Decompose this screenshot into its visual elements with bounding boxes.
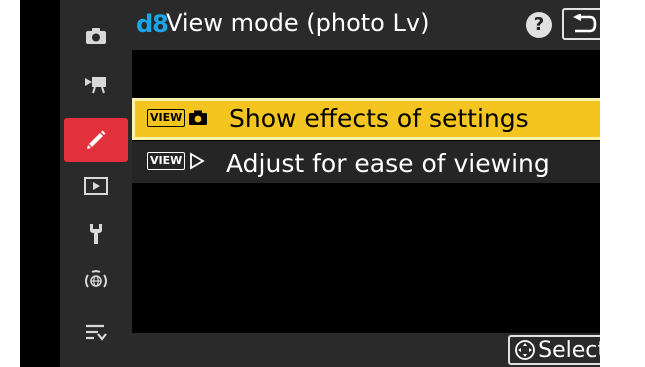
network-icon [85, 270, 107, 288]
movie-camera-icon [85, 77, 106, 94]
menu-item-code: d8 [136, 10, 169, 38]
tab-my-menu[interactable] [60, 314, 132, 350]
select-label: Select [538, 337, 600, 363]
menu-tab-bar [60, 0, 132, 367]
option-show-effects-of-settings[interactable]: VIEW Show effects of settings [132, 98, 600, 140]
tab-network[interactable] [60, 263, 132, 299]
camera-icon [189, 110, 208, 125]
page-title: View mode (photo Lv) [166, 9, 430, 37]
pencil-icon [87, 130, 106, 149]
my-menu-icon [86, 324, 107, 341]
tab-playback[interactable] [60, 168, 132, 204]
playback-icon [84, 177, 108, 195]
camera-icon [86, 28, 106, 44]
option-label: Adjust for ease of viewing [226, 149, 550, 178]
menu-footer: Select [132, 333, 600, 367]
tab-custom-settings[interactable] [64, 118, 128, 162]
menu-header: d8 View mode (photo Lv) ? [132, 0, 600, 50]
view-badge: VIEW [147, 109, 186, 127]
multi-selector-icon [515, 340, 536, 360]
tab-setup[interactable] [60, 216, 132, 252]
wrench-icon [90, 224, 102, 244]
view-badge: VIEW [147, 152, 186, 170]
select-button[interactable]: Select [508, 335, 600, 365]
back-arrow-icon [573, 14, 597, 33]
camera-menu-screen: d8 View mode (photo Lv) ? VIEW Show effe… [20, 0, 600, 367]
help-icon[interactable]: ? [526, 12, 552, 38]
option-label: Show effects of settings [229, 104, 529, 133]
tab-photo-shooting[interactable] [60, 18, 132, 54]
play-outline-icon [190, 152, 206, 170]
back-button[interactable] [562, 8, 600, 40]
option-adjust-for-ease-of-viewing[interactable]: VIEW Adjust for ease of viewing [132, 141, 600, 183]
tab-movie-recording[interactable] [60, 66, 132, 102]
